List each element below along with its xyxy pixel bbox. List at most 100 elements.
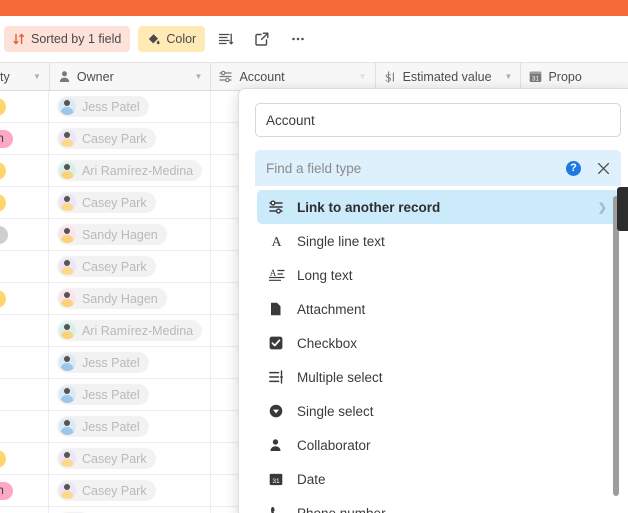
cell-priority[interactable] xyxy=(0,507,49,513)
cell-priority[interactable] xyxy=(0,315,49,346)
collaborator-chip: Sandy Hagen xyxy=(56,288,167,309)
cell-priority[interactable]: gh xyxy=(0,123,49,154)
column-header-estimated-value-label: Estimated value xyxy=(402,69,492,84)
field-type-label: Single line text xyxy=(297,233,385,249)
owner-name: Sandy Hagen xyxy=(81,227,158,242)
owner-name: Ari Ramírez-Medina xyxy=(81,323,194,338)
field-type-option-collaborator[interactable]: Collaborator xyxy=(257,428,619,462)
column-header-account[interactable]: Account ▼ xyxy=(211,63,376,90)
cell-owner[interactable]: Casey Park xyxy=(49,443,211,474)
cell-priority[interactable]: n xyxy=(0,283,49,314)
cell-priority[interactable] xyxy=(0,411,49,442)
share-export-icon[interactable] xyxy=(247,26,277,52)
avatar xyxy=(58,386,76,403)
owner-name: Jess Patel xyxy=(81,99,140,114)
avatar xyxy=(58,418,76,435)
field-type-option-single-line-text[interactable]: A Single line text xyxy=(257,224,619,258)
owner-name: Casey Park xyxy=(81,131,147,146)
chevron-right-icon[interactable]: ❯ xyxy=(598,201,607,214)
chevron-down-icon[interactable]: ▼ xyxy=(195,72,203,81)
cell-owner[interactable]: Ari Ramírez-Medina xyxy=(49,315,211,346)
cell-priority[interactable]: n xyxy=(0,91,49,122)
cell-owner[interactable]: Casey Park xyxy=(49,251,211,282)
avatar xyxy=(58,482,76,499)
cell-priority[interactable] xyxy=(0,347,49,378)
chevron-down-icon[interactable]: ▼ xyxy=(33,72,41,81)
cell-owner[interactable]: Casey Park xyxy=(49,187,211,218)
field-type-option-link-to-another-record[interactable]: Link to another record ❯ xyxy=(257,190,619,224)
field-type-label: Multiple select xyxy=(297,369,383,385)
cell-priority[interactable]: n xyxy=(0,443,49,474)
sorted-by-label: Sorted by 1 field xyxy=(31,32,122,46)
avatar xyxy=(58,290,76,307)
cell-priority[interactable]: n xyxy=(0,155,49,186)
column-header-proposal[interactable]: 31 Propo xyxy=(521,63,628,90)
status-badge: w xyxy=(0,225,9,244)
field-type-search-row: ? xyxy=(255,150,621,186)
field-name-input[interactable] xyxy=(255,103,621,137)
cell-priority[interactable]: w xyxy=(0,219,49,250)
cell-owner[interactable]: Casey Park xyxy=(49,123,211,154)
collaborator-chip: Ari Ramírez-Medina xyxy=(56,160,203,181)
column-header-estimated-value[interactable]: S Estimated value ▼ xyxy=(375,63,522,90)
cell-owner[interactable]: Ari Ramírez-Medina xyxy=(49,155,211,186)
cell-owner[interactable]: Sandy Hagen xyxy=(49,283,211,314)
status-badge: gh xyxy=(0,129,13,148)
close-icon[interactable] xyxy=(595,160,611,176)
field-type-option-long-text[interactable]: A Long text xyxy=(257,258,619,292)
column-header-proposal-label: Propo xyxy=(548,69,582,84)
cell-priority[interactable]: n xyxy=(0,187,49,218)
field-type-option-date[interactable]: 31 Date xyxy=(257,462,619,496)
cell-priority[interactable]: gh xyxy=(0,475,49,506)
field-type-list[interactable]: Link to another record ❯ A Single line text… xyxy=(255,186,621,513)
column-header-owner[interactable]: Owner ▼ xyxy=(49,63,212,90)
collaborator-chip: Casey Park xyxy=(56,192,156,213)
single-select-icon xyxy=(269,404,287,418)
person-icon xyxy=(58,70,71,83)
column-header-priority[interactable]: ty ▼ xyxy=(0,63,50,90)
status-badge: n xyxy=(0,193,7,212)
color-button[interactable]: Color xyxy=(138,26,206,52)
ellipsis-icon[interactable] xyxy=(283,26,313,52)
field-type-option-attachment[interactable]: Attachment xyxy=(257,292,619,326)
row-height-icon[interactable] xyxy=(211,26,241,52)
field-type-option-checkbox[interactable]: Checkbox xyxy=(257,326,619,360)
field-type-option-multiple-select[interactable]: Multiple select xyxy=(257,360,619,394)
cell-owner[interactable]: Casey Park xyxy=(49,475,211,506)
field-type-list-scrollbar[interactable] xyxy=(613,196,619,496)
avatar xyxy=(58,322,76,339)
collaborator-chip: Casey Park xyxy=(56,256,156,277)
collaborator-chip: Casey Park xyxy=(56,128,156,149)
field-type-search-input[interactable] xyxy=(266,160,566,176)
svg-text:A: A xyxy=(271,235,282,248)
sorted-by-button[interactable]: Sorted by 1 field xyxy=(4,26,131,52)
svg-text:31: 31 xyxy=(272,478,280,485)
help-icon[interactable]: ? xyxy=(566,160,581,176)
chevron-down-icon[interactable]: ▼ xyxy=(505,72,513,81)
cell-owner[interactable]: Jess Patel xyxy=(49,379,211,410)
cell-priority[interactable] xyxy=(0,251,49,282)
cell-owner[interactable]: Jess Patel xyxy=(49,411,211,442)
cell-priority[interactable] xyxy=(0,379,49,410)
multiple-select-icon xyxy=(269,370,287,384)
owner-name: Casey Park xyxy=(81,451,147,466)
color-label: Color xyxy=(166,32,197,46)
field-type-option-single-select[interactable]: Single select xyxy=(257,394,619,428)
cell-owner[interactable]: Jess Patel xyxy=(49,347,211,378)
collaborator-chip: Sandy Hagen xyxy=(56,224,167,245)
collaborator-chip: Jess Patel xyxy=(56,352,149,373)
field-type-label: Checkbox xyxy=(297,335,358,351)
field-type-label: Phone number xyxy=(297,505,386,513)
collaborator-chip: Jess Patel xyxy=(56,96,149,117)
person-icon xyxy=(269,438,287,452)
owner-name: Casey Park xyxy=(81,259,147,274)
chevron-down-icon[interactable]: ▼ xyxy=(359,72,367,81)
cell-owner[interactable] xyxy=(49,507,211,513)
cell-owner[interactable]: Jess Patel xyxy=(49,91,211,122)
field-type-label: Date xyxy=(297,471,326,487)
cell-owner[interactable]: Sandy Hagen xyxy=(49,219,211,250)
checkbox-icon xyxy=(269,336,287,350)
field-type-option-phone-number[interactable]: Phone number xyxy=(257,496,619,513)
column-header-priority-label: ty xyxy=(0,69,10,84)
avatar xyxy=(58,194,76,211)
